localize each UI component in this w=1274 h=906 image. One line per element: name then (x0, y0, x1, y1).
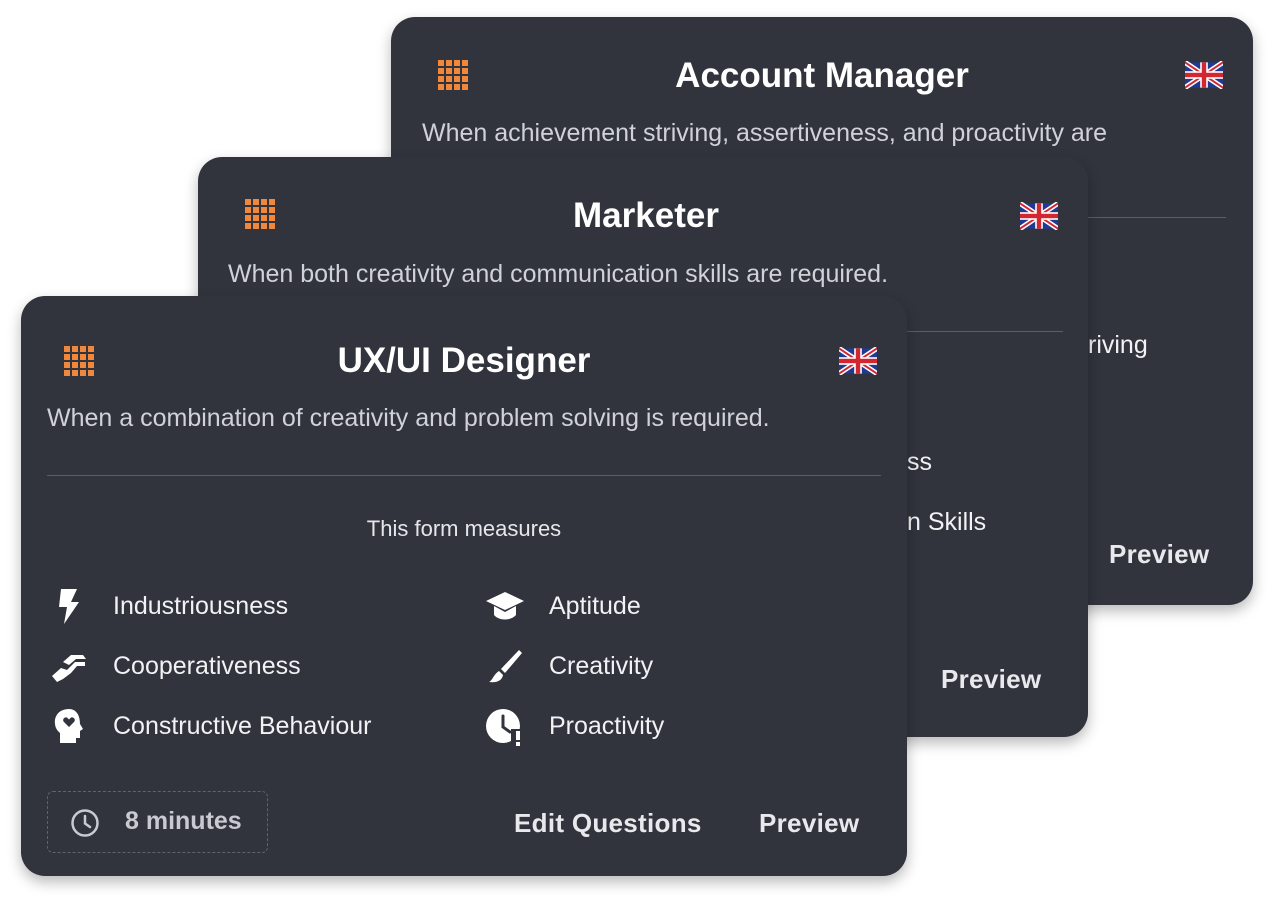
measure-constructive-behaviour: Constructive Behaviour (113, 712, 372, 740)
measure-industriousness: Industriousness (113, 592, 289, 620)
card-description: When a combination of creativity and pro… (47, 404, 770, 432)
card-description: When both creativity and communication s… (228, 260, 889, 288)
uk-flag-icon (1185, 61, 1223, 89)
graduation-cap-icon (486, 592, 524, 620)
paintbrush-icon (489, 650, 522, 683)
measure-cooperativeness: Cooperativeness (113, 652, 301, 680)
edit-questions-button[interactable]: Edit Questions (514, 808, 702, 839)
divider (1088, 217, 1226, 218)
divider (907, 331, 1063, 332)
clock-alert-icon (486, 709, 525, 746)
measure-proactivity: Proactivity (549, 712, 665, 740)
card-title: UX/UI Designer (337, 341, 591, 380)
measure-item: ss (907, 448, 932, 476)
preview-button[interactable]: Preview (759, 808, 859, 839)
measures-heading: This form measures (366, 516, 562, 541)
head-heart-icon (54, 709, 83, 743)
clock-icon (71, 809, 99, 837)
form-card-ux-ui-designer[interactable]: UX/UI Designer When a combination of cre… (21, 296, 907, 876)
preview-button[interactable]: Preview (941, 664, 1041, 695)
preview-button[interactable]: Preview (1109, 539, 1209, 570)
handshake-icon (52, 655, 86, 682)
card-title: Account Manager (675, 56, 969, 95)
measure-item: riving (1088, 331, 1148, 359)
duration-badge: 8 minutes (47, 791, 268, 853)
card-title: Marketer (573, 196, 719, 235)
card-description: When achievement striving, assertiveness… (422, 119, 1108, 147)
uk-flag-icon (839, 347, 877, 375)
lightning-icon (59, 589, 79, 624)
measure-item: n Skills (907, 508, 987, 536)
uk-flag-icon (1020, 202, 1058, 230)
measure-creativity: Creativity (549, 652, 654, 680)
measure-aptitude: Aptitude (549, 592, 641, 620)
divider (47, 475, 881, 476)
duration-text: 8 minutes (125, 807, 242, 835)
